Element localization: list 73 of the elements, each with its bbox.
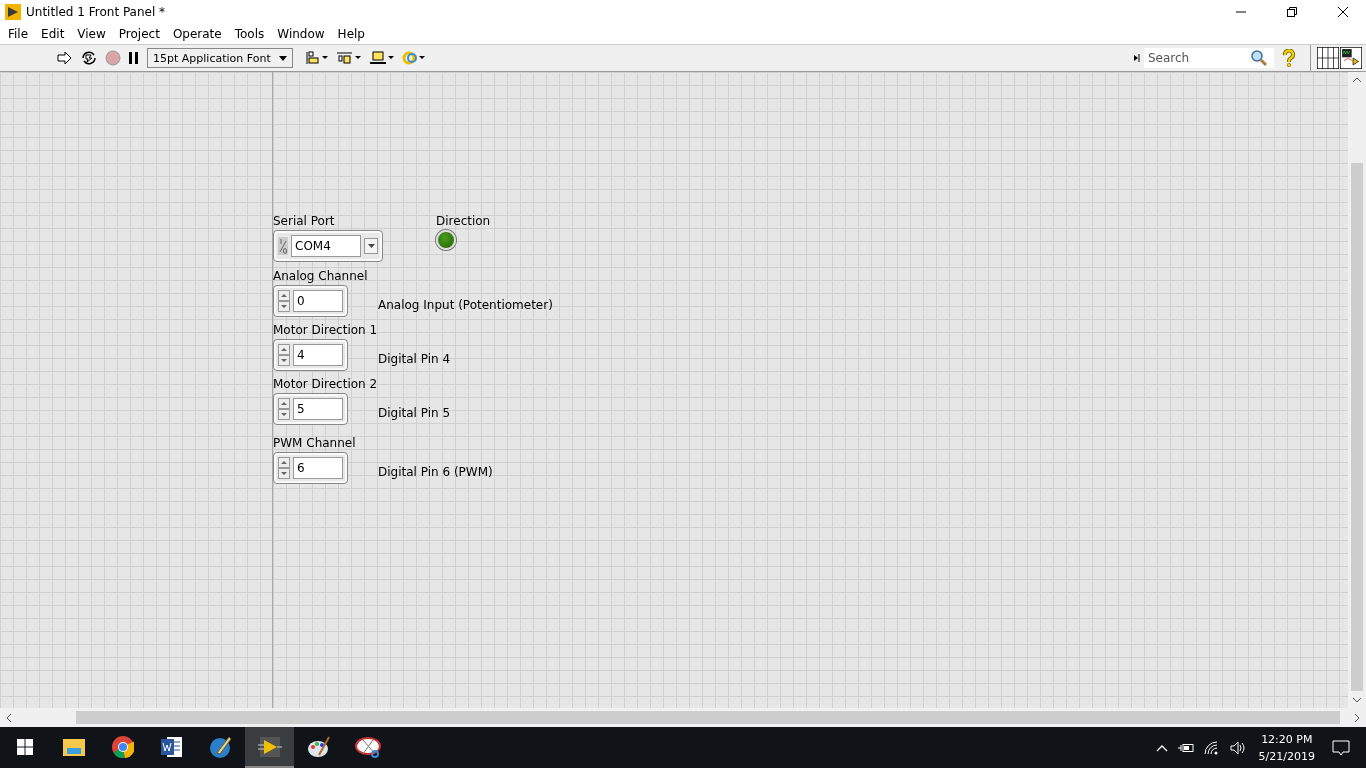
vi-icon[interactable] [1340, 47, 1362, 69]
pause-icon[interactable] [128, 51, 140, 65]
clock-date: 5/21/2019 [1258, 748, 1315, 765]
numeric-value[interactable]: 5 [293, 398, 343, 420]
browser-icon [111, 735, 134, 758]
ring-value: COM4 [291, 235, 361, 257]
numeric-value[interactable]: 6 [293, 457, 343, 479]
menu-item[interactable]: Edit [36, 24, 70, 44]
control-label: Analog Channel [273, 269, 368, 283]
menu-item[interactable]: Help [332, 24, 370, 44]
close-icon [1338, 7, 1348, 17]
windows-logo-icon [16, 738, 33, 755]
numeric-value[interactable]: 0 [293, 290, 343, 312]
io-icon [278, 237, 288, 255]
search-field[interactable]: Search [1144, 48, 1274, 68]
run-arrow-icon[interactable] [57, 51, 73, 65]
numeric-control[interactable]: 0 [273, 285, 348, 317]
ring-control[interactable]: COM4 [273, 230, 383, 262]
indicator-label: Direction [436, 214, 491, 228]
document-icon [160, 735, 183, 758]
dropdown-button[interactable] [364, 238, 378, 254]
restore-icon [1287, 7, 1297, 17]
menu-item[interactable]: Operate [167, 24, 227, 44]
menu-item[interactable]: View [72, 24, 111, 44]
numeric-control[interactable]: 4 [273, 339, 348, 371]
numeric-control[interactable]: 6 [273, 452, 348, 484]
increment-decrement-icon[interactable] [278, 457, 290, 479]
window-title: Untitled 1 Front Panel * [26, 5, 166, 19]
run-continuously-icon[interactable] [80, 50, 98, 66]
search-icon[interactable] [1250, 49, 1268, 67]
control-label: Serial Port [273, 214, 335, 228]
help-icon[interactable] [1282, 49, 1296, 67]
control-label: Motor Direction 1 [273, 323, 378, 337]
notification-icon[interactable] [1332, 739, 1350, 756]
free-label: Digital Pin 4 [378, 352, 451, 366]
resize-objects-icon[interactable] [369, 50, 395, 66]
folder-icon [62, 736, 85, 757]
font-dropdown[interactable]: 15pt Application Font [147, 48, 293, 68]
distribute-objects-icon[interactable] [336, 50, 362, 66]
increment-decrement-icon[interactable] [278, 398, 290, 420]
clock-time: 12:20 PM [1261, 731, 1313, 748]
battery-charging-icon[interactable] [1177, 742, 1194, 753]
control-label: PWM Channel [273, 436, 356, 450]
increment-decrement-icon[interactable] [278, 344, 290, 366]
pen-icon [208, 734, 233, 759]
chevron-left-icon[interactable] [6, 713, 12, 722]
menu-item[interactable]: Window [272, 24, 330, 44]
increment-decrement-icon[interactable] [278, 290, 290, 312]
numeric-control[interactable]: 5 [273, 393, 348, 425]
menu-item[interactable]: File [3, 24, 34, 44]
expand-arrow-icon[interactable] [1134, 54, 1140, 62]
palette-icon [306, 734, 331, 759]
reorder-icon[interactable] [402, 50, 426, 66]
connector-pane-icon[interactable] [1317, 47, 1339, 69]
chevron-down-icon[interactable] [1353, 697, 1361, 703]
numeric-value[interactable]: 4 [293, 344, 343, 366]
chevron-right-icon[interactable] [1354, 713, 1360, 722]
align-objects-icon[interactable] [305, 50, 329, 66]
play-triangle-icon [5, 4, 21, 20]
clock[interactable]: 12:20 PM 5/21/2019 [1258, 730, 1315, 765]
scissors-icon [354, 735, 381, 758]
taskbar-app[interactable] [245, 727, 294, 768]
menu-item[interactable]: Tools [229, 24, 270, 44]
chevron-up-icon[interactable] [1353, 77, 1361, 83]
caret-icon [367, 244, 375, 248]
free-label: Digital Pin 5 [378, 406, 451, 420]
caret-icon [279, 55, 287, 61]
menu-item[interactable]: Project [113, 24, 165, 44]
free-label: Analog Input (Potentiometer) [378, 298, 553, 312]
speaker-icon[interactable] [1229, 740, 1246, 755]
wifi-icon[interactable] [1203, 740, 1220, 755]
free-label: Digital Pin 6 (PWM) [378, 465, 493, 479]
control-label: Motor Direction 2 [273, 377, 378, 391]
